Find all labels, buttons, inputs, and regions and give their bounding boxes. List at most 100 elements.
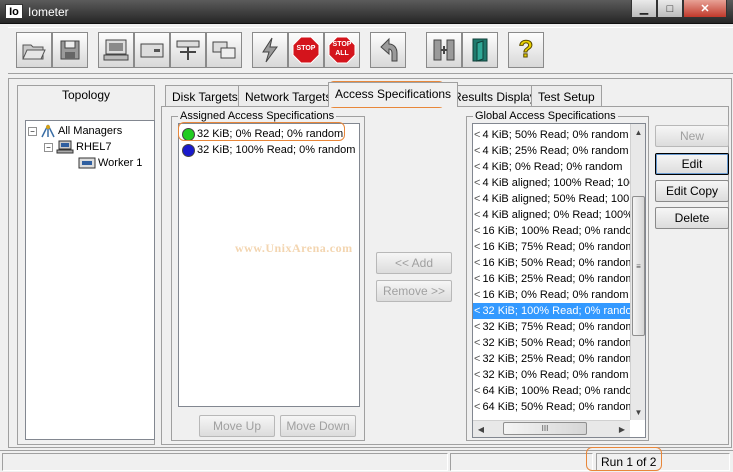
global-spec-label: 32 KiB; 25% Read; 0% random [482, 353, 635, 365]
tab-network-targets[interactable]: Network Targets [238, 85, 339, 106]
tree-label-all-managers: All Managers [58, 125, 123, 137]
status-message [2, 453, 448, 471]
global-spec-item[interactable]: <16 KiB; 100% Read; 0% random [473, 223, 641, 239]
tree-item-worker[interactable]: Worker 1 [78, 155, 142, 171]
assigned-item[interactable]: 32 KiB; 0% Read; 0% random [179, 126, 343, 142]
assigned-item[interactable]: 32 KiB; 100% Read; 0% random [179, 142, 355, 158]
global-specs-legend: Global Access Specifications [475, 110, 616, 122]
global-spec-label: 4 KiB; 50% Read; 0% random [482, 129, 629, 141]
assigned-specs-list[interactable]: 32 KiB; 0% Read; 0% random 32 KiB; 100% … [178, 123, 360, 407]
global-vertical-scrollbar[interactable]: ▲ ≡ ▼ [630, 124, 645, 420]
scroll-thumb[interactable]: ≡ [632, 196, 645, 336]
global-spec-item[interactable]: <16 KiB; 0% Read; 0% random [473, 287, 630, 303]
global-spec-item[interactable]: <16 KiB; 75% Read; 0% random [473, 239, 635, 255]
spec-marker-icon: < [474, 273, 481, 285]
status-extra [450, 453, 593, 471]
reset-workers-icon [380, 37, 398, 62]
global-spec-item[interactable]: <32 KiB; 0% Read; 0% random [473, 367, 630, 383]
global-spec-item[interactable]: <4 KiB aligned; 50% Read; 100... [473, 191, 638, 207]
assigned-item-label: 32 KiB; 0% Read; 0% random [197, 128, 344, 140]
tab-disk-targets[interactable]: Disk Targets [165, 85, 245, 106]
start-button[interactable] [252, 32, 288, 68]
global-spec-label: 64 KiB; 50% Read; 0% random [482, 401, 635, 413]
exit-button[interactable] [462, 32, 498, 68]
move-up-button[interactable]: Move Up [199, 415, 275, 437]
exit-icon [472, 38, 488, 62]
scroll-left-icon[interactable]: ◀ [473, 421, 489, 437]
app-icon: Io [5, 4, 23, 19]
global-spec-item[interactable]: <4 KiB; 50% Read; 0% random [473, 127, 630, 143]
topology-tree[interactable]: − All Managers − RHEL7 Worker 1 [25, 120, 155, 440]
tree-item-all-managers[interactable]: − All Managers [28, 123, 122, 139]
tree-item-manager[interactable]: − RHEL7 [44, 139, 111, 155]
global-spec-label: 16 KiB; 75% Read; 0% random [482, 241, 635, 253]
scroll-down-icon[interactable]: ▼ [631, 404, 645, 420]
global-spec-item[interactable]: <64 KiB; 50% Read; 0% random [473, 399, 635, 415]
spec-marker-icon: < [474, 257, 481, 269]
global-specs-list[interactable]: <4 KiB; 50% Read; 0% random <4 KiB; 25% R… [472, 123, 646, 438]
move-down-button[interactable]: Move Down [280, 415, 356, 437]
scroll-right-icon[interactable]: ▶ [614, 421, 630, 437]
new-spec-button[interactable]: New [655, 125, 729, 147]
global-spec-item[interactable]: <32 KiB; 75% Read; 0% random [473, 319, 635, 335]
global-spec-label: 4 KiB; 25% Read; 0% random [482, 145, 629, 157]
run-status: Run 1 of 2 [596, 453, 730, 471]
spec-marker-icon: < [474, 225, 481, 237]
help-button[interactable]: ? [508, 32, 544, 68]
global-spec-label: 32 KiB; 100% Read; 0% random [482, 305, 641, 317]
status-bar: Run 1 of 2 [0, 450, 733, 472]
close-button[interactable]: ✕ [683, 0, 727, 18]
open-button[interactable] [16, 32, 52, 68]
spec-marker-icon: < [474, 241, 481, 253]
global-spec-item[interactable]: <4 KiB; 0% Read; 0% random [473, 159, 630, 175]
delete-spec-button[interactable]: Delete [655, 207, 729, 229]
edit-spec-button[interactable]: Edit [655, 153, 729, 175]
reset-workers-button[interactable] [370, 32, 406, 68]
global-spec-item[interactable]: <4 KiB aligned; 100% Read; 100... [473, 175, 645, 191]
maximize-button[interactable]: □ [657, 0, 683, 18]
global-spec-label: 16 KiB; 100% Read; 0% random [482, 225, 641, 237]
open-icon [22, 44, 46, 60]
tab-test-setup[interactable]: Test Setup [531, 85, 602, 106]
new-manager-button[interactable] [98, 32, 134, 68]
title-bar: Io Iometer ▁ □ ✕ [0, 0, 733, 24]
tab-results-display[interactable]: Results Display [446, 85, 543, 106]
edit-copy-button[interactable]: Edit Copy [655, 180, 729, 202]
spec-marker-icon: < [474, 145, 481, 157]
global-spec-label: 4 KiB; 0% Read; 0% random [482, 161, 623, 173]
global-spec-item[interactable]: <4 KiB aligned; 0% Read; 100% ... [473, 207, 645, 223]
save-button[interactable] [52, 32, 88, 68]
copy-worker-icon [212, 41, 236, 59]
manager-computer-icon [56, 140, 74, 154]
global-spec-item[interactable]: <16 KiB; 50% Read; 0% random [473, 255, 635, 271]
new-network-worker-button[interactable] [170, 32, 206, 68]
global-spec-item[interactable]: <32 KiB; 50% Read; 0% random [473, 335, 635, 351]
global-spec-item[interactable]: <4 KiB; 25% Read; 0% random [473, 143, 630, 159]
new-disk-worker-button[interactable] [134, 32, 170, 68]
exit-all-icon [433, 39, 455, 61]
collapse-icon[interactable]: − [28, 126, 37, 136]
new-disk-worker-icon [140, 43, 164, 58]
spec-marker-icon: < [474, 337, 481, 349]
spec-marker-icon: < [474, 177, 481, 189]
maximize-icon: □ [666, 2, 674, 15]
scroll-up-icon[interactable]: ▲ [631, 124, 645, 140]
spec-marker-icon: < [474, 129, 481, 141]
add-button[interactable]: << Add [376, 252, 452, 274]
global-spec-item[interactable]: <64 KiB; 100% Read; 0% random [473, 383, 641, 399]
exit-all-button[interactable] [426, 32, 462, 68]
global-spec-item[interactable]: <32 KiB; 100% Read; 0% random [473, 303, 641, 319]
collapse-icon[interactable]: − [44, 142, 53, 152]
copy-worker-button[interactable] [206, 32, 242, 68]
remove-button[interactable]: Remove >> [376, 280, 452, 302]
tab-access-specifications[interactable]: Access Specifications [328, 82, 459, 107]
hscroll-thumb[interactable]: III [503, 422, 587, 435]
assigned-specs-legend: Assigned Access Specifications [180, 110, 335, 122]
global-spec-item[interactable]: <16 KiB; 25% Read; 0% random [473, 271, 635, 287]
global-spec-item[interactable]: <32 KiB; 25% Read; 0% random [473, 351, 635, 367]
global-spec-label: 16 KiB; 0% Read; 0% random [482, 289, 629, 301]
global-horizontal-scrollbar[interactable]: ◀ III ▶ [473, 420, 630, 437]
minimize-button[interactable]: ▁ [631, 0, 657, 18]
stop-all-button[interactable]: STOP ALL [324, 32, 360, 68]
stop-button[interactable]: STOP [288, 32, 324, 68]
